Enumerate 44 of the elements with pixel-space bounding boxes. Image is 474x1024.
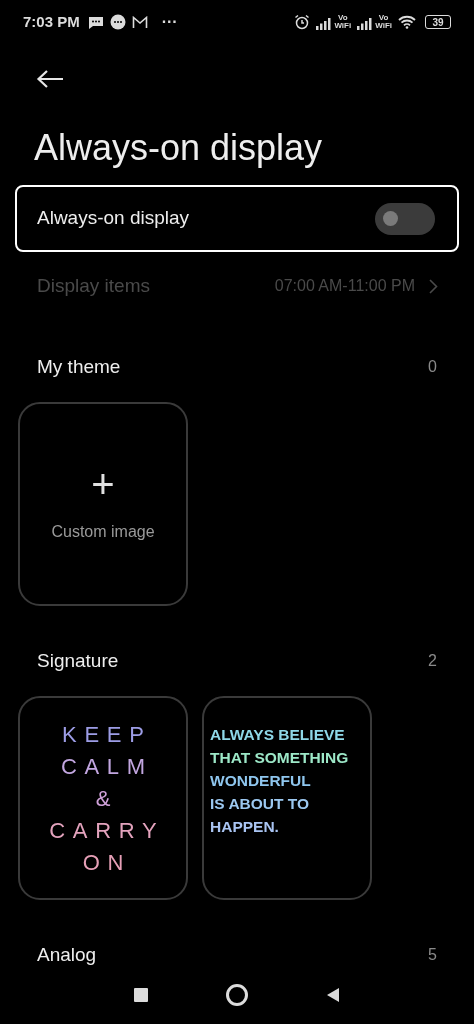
status-time: 7:03 PM [23,11,80,32]
section-count: 5 [428,945,437,965]
alarm-icon [294,14,311,30]
volte-label: WiFi [334,22,352,30]
signature-text: WONDERFUL [210,770,312,791]
signature-card[interactable]: ALWAYS BELIEVE THAT SOMETHING WONDERFUL IS ABOUT TO HAPPEN. [202,696,372,900]
back-nav-button[interactable] [326,987,340,1003]
signature-text: ALWAYS BELIEVE [210,724,346,745]
row-value: 07:00 AM-11:00 PM [274,276,415,296]
toggle-switch[interactable] [375,202,435,235]
signature-text: ON [81,849,132,875]
wifi-icon [398,15,416,29]
section-title: My theme [37,354,121,379]
signature-card[interactable]: KEEP CALM & CARRY ON [18,696,188,900]
signal-icon [316,18,332,30]
signature-text: HAPPEN. [210,816,280,837]
battery-indicator: 39 [425,15,451,29]
section-count: 0 [428,357,437,377]
home-button[interactable] [226,984,248,1006]
section-title: Analog [37,942,97,967]
chat-bubble-icon [109,14,126,30]
card-label: Custom image [51,522,155,542]
signature-text: KEEP [61,721,152,747]
mail-icon [131,15,148,29]
signature-text: CALM [59,753,153,779]
toggle-row[interactable]: Always-on display [15,185,459,252]
plus-icon: + [91,464,115,504]
volte-label: Vo [378,14,389,22]
message-icon [87,15,104,29]
row-label: Display items [37,273,150,298]
signature-text: THAT SOMETHING [210,747,350,768]
volte-label: WiFi [375,22,392,30]
signature-text: CARRY [48,817,165,843]
custom-image-card[interactable]: + Custom image [18,402,188,606]
signature-text: IS ABOUT TO [210,793,311,814]
signature-text: & [94,785,119,811]
volte-label: Vo [337,14,348,22]
more-notifications: ··· [161,12,178,32]
page-title: Always-on display [34,126,324,170]
chevron-right-icon [429,278,438,294]
section-title: Signature [37,648,119,673]
section-count: 2 [428,651,437,671]
row-label: Always-on display [37,206,190,231]
signal-icon [357,18,373,30]
